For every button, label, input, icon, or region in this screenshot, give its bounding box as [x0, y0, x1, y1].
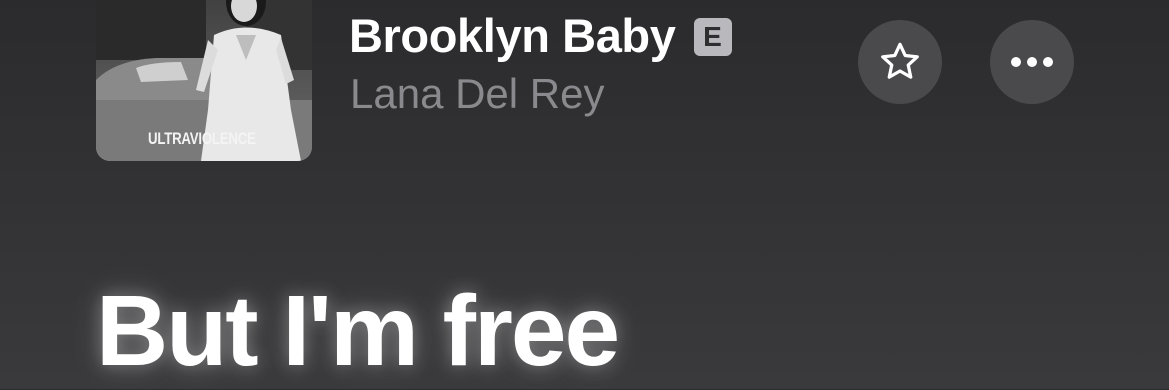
explicit-badge: E	[693, 18, 732, 56]
artist-name[interactable]: Lana Del Rey	[350, 69, 604, 119]
ellipsis-icon	[1011, 57, 1053, 67]
track-title[interactable]: Brooklyn Baby	[349, 8, 676, 64]
album-art[interactable]: ULTRAVIOLENCE	[96, 0, 312, 161]
track-title-row: Brooklyn Baby E	[349, 8, 732, 64]
more-options-button[interactable]	[990, 20, 1074, 104]
current-lyric-line[interactable]: But I'm free	[96, 272, 620, 390]
favorite-button[interactable]	[858, 20, 942, 104]
album-title-text: ULTRAVIOLENCE	[148, 129, 256, 148]
star-outline-icon	[881, 42, 919, 79]
